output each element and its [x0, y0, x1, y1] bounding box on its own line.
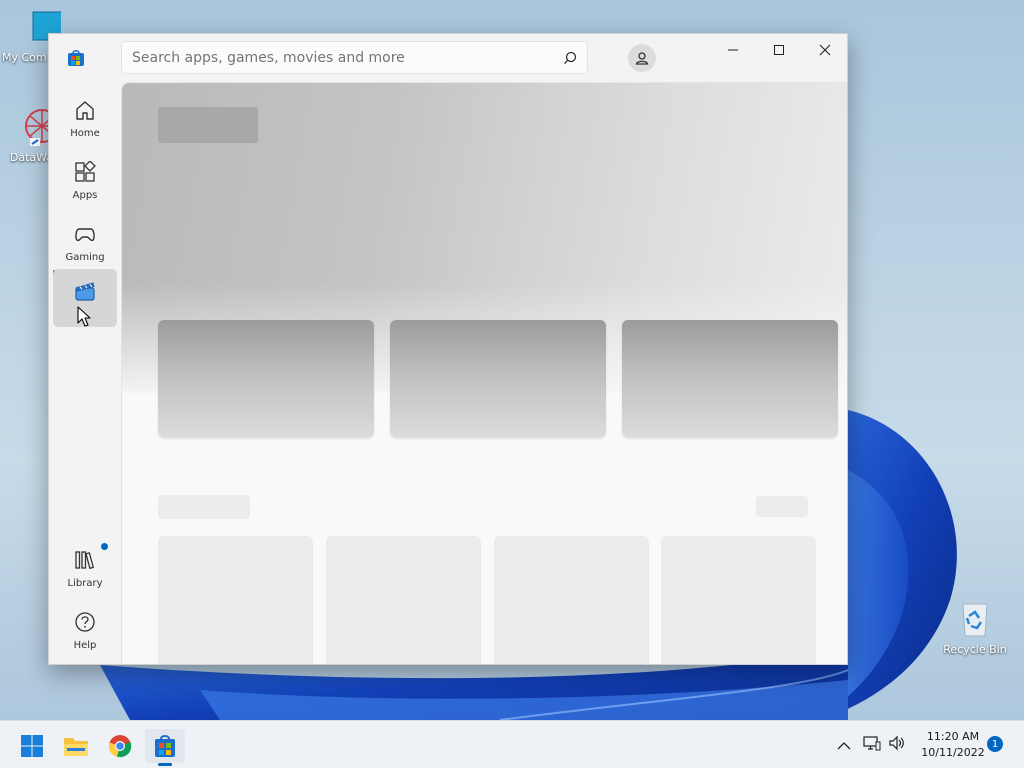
- notification-count-badge[interactable]: 1: [987, 736, 1003, 752]
- maximize-icon: [774, 45, 784, 55]
- clock-date: 10/11/2022: [921, 746, 985, 759]
- recycle-bin-icon: [962, 603, 988, 637]
- minimize-button[interactable]: [710, 34, 756, 66]
- nav-item-help[interactable]: Help: [53, 600, 117, 658]
- hero-title-placeholder: [158, 107, 258, 143]
- close-icon: [819, 44, 831, 56]
- movies-tv-icon: [75, 282, 95, 301]
- store-logo-icon: [68, 50, 84, 66]
- active-app-indicator: [158, 763, 172, 766]
- taskbar-microsoft-store[interactable]: [145, 729, 185, 763]
- network-icon[interactable]: [863, 734, 881, 752]
- nav-item-gaming[interactable]: Gaming: [53, 212, 117, 270]
- see-all-placeholder[interactable]: [756, 496, 808, 517]
- title-bar[interactable]: [49, 34, 847, 82]
- nav-item-label: Library: [67, 578, 103, 589]
- hero-card-placeholder[interactable]: [158, 320, 374, 438]
- content-area: [121, 82, 847, 664]
- windows-start-icon: [21, 735, 43, 757]
- mouse-cursor-icon: [77, 306, 91, 327]
- product-tile-placeholder[interactable]: [158, 536, 313, 664]
- gaming-icon: [75, 228, 95, 242]
- hero-card-placeholder[interactable]: [622, 320, 838, 438]
- nav-item-label: Apps: [72, 190, 98, 201]
- section-title-placeholder: [158, 495, 250, 519]
- maximize-button[interactable]: [756, 34, 802, 66]
- apps-icon: [75, 161, 96, 182]
- nav-item-label: Help: [73, 640, 97, 651]
- nav-item-label: Gaming: [65, 252, 105, 263]
- taskbar-file-explorer[interactable]: [56, 729, 96, 763]
- show-hidden-icons-button[interactable]: [832, 729, 856, 763]
- start-button[interactable]: [12, 729, 52, 763]
- person-icon: [635, 52, 649, 65]
- taskbar-chrome[interactable]: [100, 729, 140, 763]
- help-icon: [75, 612, 95, 632]
- library-icon: [75, 551, 95, 570]
- nav-item-label: Home: [70, 128, 100, 139]
- nav-sidebar: Home Apps Gaming Library Help: [49, 82, 121, 664]
- folder-icon: [64, 738, 88, 756]
- store-icon: [155, 735, 175, 757]
- minimize-icon: [728, 49, 738, 51]
- product-tile-placeholder[interactable]: [326, 536, 481, 664]
- chrome-icon: [108, 735, 132, 758]
- product-tile-placeholder[interactable]: [661, 536, 816, 664]
- volume-icon[interactable]: [888, 734, 906, 752]
- close-button[interactable]: [802, 34, 847, 66]
- taskbar-clock[interactable]: 11:20 AM 10/11/2022: [912, 729, 994, 761]
- desktop-icon-recycle-bin[interactable]: Recycle Bin: [940, 598, 1010, 656]
- nav-item-home[interactable]: Home: [53, 88, 117, 146]
- search-input[interactable]: [121, 41, 588, 74]
- chevron-up-icon: [837, 742, 851, 750]
- hero-card-placeholder[interactable]: [390, 320, 606, 438]
- product-tile-placeholder[interactable]: [494, 536, 649, 664]
- store-window: Home Apps Gaming: [48, 33, 848, 665]
- desktop-icon-label: Recycle Bin: [943, 643, 1007, 656]
- clock-time: 11:20 AM: [926, 730, 980, 743]
- nav-item-apps[interactable]: Apps: [53, 150, 117, 208]
- home-icon: [76, 101, 94, 120]
- account-button[interactable]: [628, 44, 656, 72]
- search-icon[interactable]: [562, 50, 578, 66]
- library-update-badge: [101, 543, 108, 550]
